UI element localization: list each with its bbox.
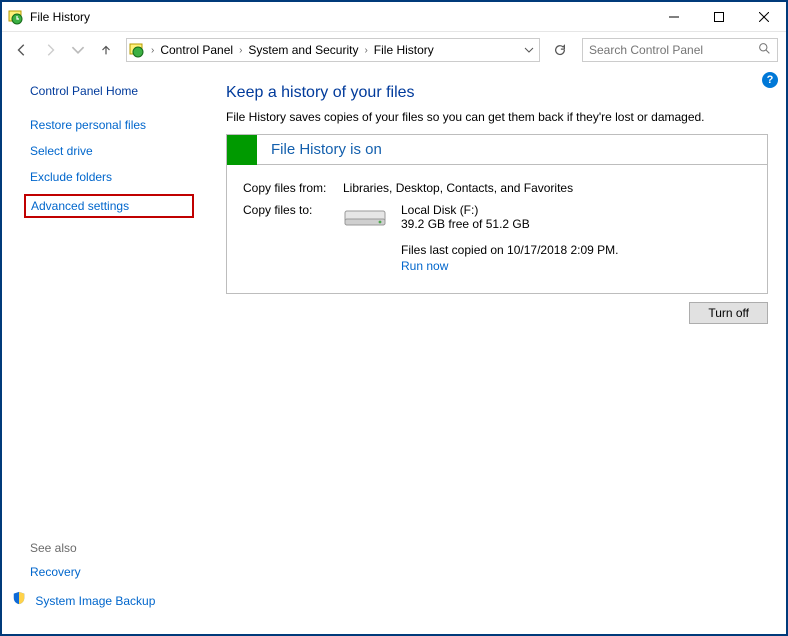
turn-off-button[interactable]: Turn off: [689, 302, 768, 324]
file-history-location-icon: [129, 42, 145, 58]
disk-name: Local Disk (F:): [401, 203, 618, 217]
file-history-app-icon: [8, 9, 24, 25]
search-input[interactable]: [589, 43, 758, 57]
status-text: File History is on: [257, 141, 382, 158]
copy-from-value: Libraries, Desktop, Contacts, and Favori…: [343, 181, 751, 195]
run-now-link[interactable]: Run now: [401, 259, 448, 273]
main-panel: ? Keep a history of your files File Hist…: [202, 68, 786, 632]
status-swatch-icon: [227, 135, 257, 165]
status-header: File History is on: [227, 135, 767, 165]
see-also-label: Recovery: [30, 565, 81, 579]
copy-from-label: Copy files from:: [243, 181, 343, 195]
back-button[interactable]: [10, 38, 34, 62]
page-description: File History saves copies of your files …: [226, 110, 768, 124]
refresh-button[interactable]: [548, 38, 572, 62]
status-box: File History is on Copy files from: Libr…: [226, 134, 768, 294]
disk-icon: [343, 205, 387, 233]
chevron-right-icon[interactable]: ›: [362, 45, 369, 56]
sidebar-link-advanced-settings[interactable]: Advanced settings: [31, 199, 187, 213]
recent-dropdown[interactable]: [66, 38, 90, 62]
address-dropdown-icon[interactable]: [521, 45, 537, 55]
breadcrumb[interactable]: Control Panel: [156, 43, 237, 57]
sidebar-link-restore[interactable]: Restore personal files: [30, 118, 194, 132]
minimize-button[interactable]: [651, 2, 696, 31]
nav-toolbar: › Control Panel › System and Security › …: [2, 32, 786, 68]
shield-icon: [12, 591, 26, 605]
forward-button[interactable]: [38, 38, 62, 62]
address-bar[interactable]: › Control Panel › System and Security › …: [126, 38, 540, 62]
copy-to-label: Copy files to:: [243, 203, 343, 273]
disk-space: 39.2 GB free of 51.2 GB: [401, 217, 618, 231]
see-also-title: See also: [30, 541, 155, 555]
see-also-recovery[interactable]: Recovery: [30, 565, 155, 579]
up-button[interactable]: [94, 38, 118, 62]
see-also-section: See also Recovery System Image Backup: [30, 541, 155, 620]
close-button[interactable]: [741, 2, 786, 31]
window-controls: [651, 2, 786, 31]
search-icon[interactable]: [758, 42, 771, 58]
sidebar-link-select-drive[interactable]: Select drive: [30, 144, 194, 158]
last-copied: Files last copied on 10/17/2018 2:09 PM.: [401, 243, 618, 257]
sidebar-link-exclude-folders[interactable]: Exclude folders: [30, 170, 194, 184]
see-also-system-image-backup[interactable]: System Image Backup: [30, 591, 155, 608]
titlebar: File History: [2, 2, 786, 32]
breadcrumb[interactable]: File History: [370, 43, 438, 57]
help-icon[interactable]: ?: [762, 72, 778, 88]
control-panel-home-link[interactable]: Control Panel Home: [30, 84, 194, 98]
window-title: File History: [30, 10, 651, 24]
breadcrumb[interactable]: System and Security: [244, 43, 362, 57]
chevron-right-icon[interactable]: ›: [237, 45, 244, 56]
search-box[interactable]: [582, 38, 778, 62]
see-also-label: System Image Backup: [35, 594, 155, 608]
page-title: Keep a history of your files: [226, 84, 768, 102]
sidebar: Control Panel Home Restore personal file…: [2, 68, 202, 632]
maximize-button[interactable]: [696, 2, 741, 31]
chevron-right-icon[interactable]: ›: [149, 45, 156, 56]
